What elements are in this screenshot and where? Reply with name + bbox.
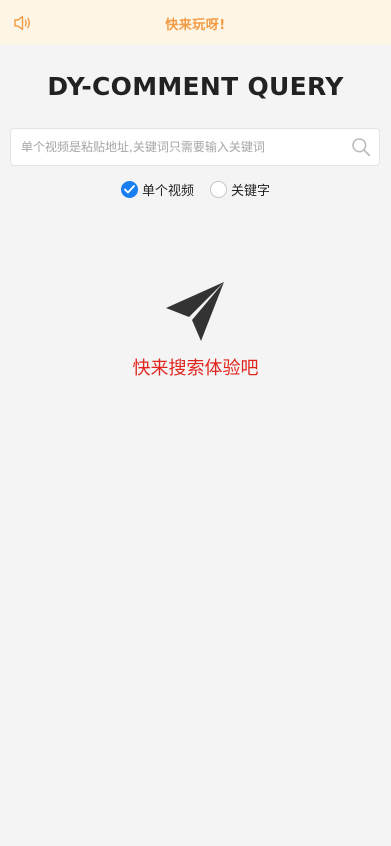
radio-single-video[interactable]: 单个视频 xyxy=(120,180,194,199)
search-box xyxy=(10,128,380,166)
empty-state-text: 快来搜索体验吧 xyxy=(132,358,259,379)
notice-bar: 快来玩呀! xyxy=(0,0,391,45)
send-icon xyxy=(163,278,229,344)
radio-unchecked-icon[interactable] xyxy=(210,180,227,198)
search-icon[interactable] xyxy=(351,137,371,157)
search-mode-group: 单个视频 关键字 xyxy=(0,178,391,200)
radio-label-keyword: 关键字 xyxy=(231,183,271,199)
radio-checked-icon[interactable] xyxy=(120,180,138,198)
empty-state: 快来搜索体验吧 xyxy=(0,278,391,380)
notice-text: 快来玩呀! xyxy=(165,18,226,33)
radio-label-single-video: 单个视频 xyxy=(141,183,194,199)
page-title: DY-COMMENT QUERY xyxy=(47,72,344,101)
search-input[interactable] xyxy=(21,129,341,165)
radio-keyword[interactable]: 关键字 xyxy=(210,180,270,199)
